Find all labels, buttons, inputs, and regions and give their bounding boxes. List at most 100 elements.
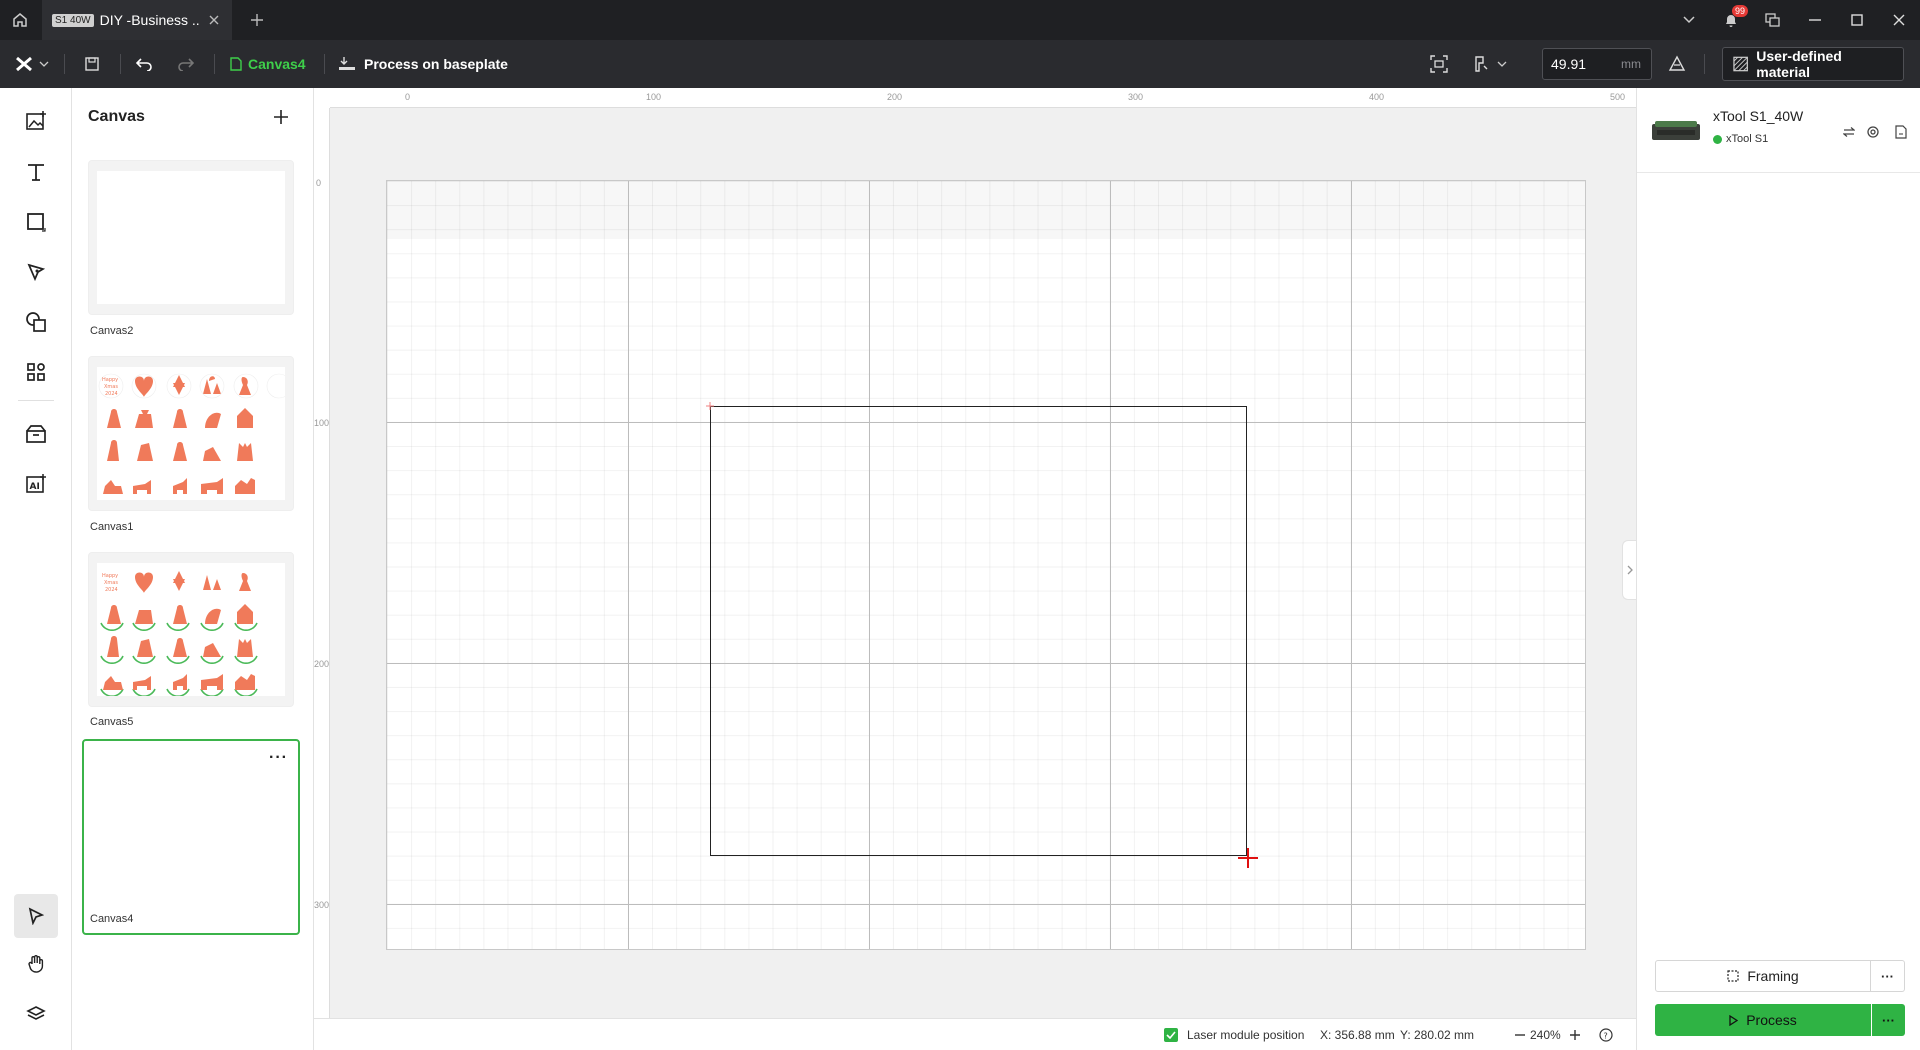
materials-box-button[interactable] — [14, 412, 58, 456]
ruler-tick: 100 — [646, 92, 662, 102]
device-file-button[interactable] — [1891, 122, 1911, 142]
measure-tool-button[interactable] — [1466, 40, 1514, 88]
title-bar: S1 40W DIY -Business ... 99 — [0, 0, 1920, 40]
ruler-tick: 300 — [1128, 92, 1144, 102]
canvas-indicator[interactable]: Canvas4 — [230, 40, 306, 88]
laser-machine-image — [1652, 121, 1700, 140]
project-tab[interactable]: S1 40W DIY -Business ... — [42, 0, 232, 40]
camera-capture-button[interactable] — [1424, 40, 1454, 88]
add-canvas-button[interactable] — [266, 102, 296, 132]
xtool-logo-icon — [16, 56, 32, 72]
app-menu-button[interactable] — [10, 40, 54, 88]
material-select-button[interactable]: User-defined material — [1722, 47, 1904, 81]
plus-icon — [274, 110, 288, 124]
maximize-button[interactable] — [1836, 0, 1878, 40]
zoom-in-button[interactable] — [1565, 1025, 1585, 1045]
tab-close-button[interactable] — [206, 12, 222, 28]
tab-machine-badge: S1 40W — [52, 13, 94, 27]
canvas-label: Canvas5 — [90, 716, 134, 728]
svg-text:Happy: Happy — [102, 573, 118, 579]
processing-area-rectangle[interactable] — [710, 406, 1247, 856]
zoom-level[interactable]: 240% — [1530, 1028, 1561, 1042]
plus-icon — [251, 14, 263, 26]
tabs-dropdown-button[interactable] — [1668, 0, 1710, 40]
device-settings-button[interactable] — [1863, 122, 1883, 142]
canvas-more-button[interactable]: ··· — [269, 749, 288, 767]
help-button[interactable]: ? — [1596, 1025, 1616, 1045]
ruler-tick: 500 — [1610, 92, 1626, 102]
elements-button[interactable] — [14, 350, 58, 394]
play-icon — [1729, 1014, 1739, 1026]
workspace-canvas[interactable]: 0 100 200 300 400 500 0 100 200 300 — [314, 88, 1636, 1018]
vertical-ruler: 0 100 200 300 — [314, 108, 330, 1018]
save-button[interactable] — [78, 40, 106, 88]
thickness-unit: mm — [1621, 57, 1641, 71]
ruler-tick: 400 — [1369, 92, 1385, 102]
save-icon — [85, 57, 99, 71]
shape-tool-button[interactable] — [14, 200, 58, 244]
laser-position-checkbox[interactable] — [1164, 1028, 1178, 1042]
zoom-out-button[interactable] — [1510, 1025, 1530, 1045]
canvas-thumbnail-canvas1[interactable]: Happy Xmas 2024 — [88, 356, 294, 511]
nativity-design-preview: Happy Xmas 2024 — [98, 373, 285, 494]
ruler-tick: 100 — [314, 418, 330, 428]
maximize-icon — [1851, 14, 1863, 26]
y-coordinate: Y: 280.02 mm — [1400, 1028, 1475, 1042]
shapes-icon — [26, 312, 46, 332]
status-bar: Laser module position X: 356.88 mm Y: 28… — [314, 1018, 1636, 1050]
svg-text:2024: 2024 — [105, 391, 118, 397]
material-thickness-field[interactable]: mm — [1542, 48, 1652, 80]
svg-text:Xmas: Xmas — [104, 580, 118, 586]
minimize-button[interactable] — [1794, 0, 1836, 40]
layers-icon — [26, 1006, 46, 1020]
expand-right-panel-button[interactable] — [1622, 540, 1636, 600]
thickness-input[interactable] — [1551, 56, 1621, 72]
chevron-down-icon — [1683, 16, 1695, 24]
chevron-down-icon — [1497, 61, 1507, 67]
select-tool-button[interactable] — [14, 894, 58, 938]
svg-text:AI: AI — [30, 482, 40, 492]
home-button[interactable] — [0, 0, 40, 40]
framing-more-button[interactable]: ··· — [1871, 960, 1905, 992]
minus-icon — [1515, 1034, 1525, 1036]
switch-device-button[interactable] — [1839, 122, 1859, 142]
process-button[interactable]: Process — [1655, 1004, 1871, 1036]
svg-text:Xmas: Xmas — [104, 384, 118, 390]
canvas-thumbnail-canvas5[interactable]: Happy Xmas 2024 — [88, 552, 294, 707]
minimize-icon — [1809, 19, 1821, 21]
process-more-button[interactable]: ··· — [1872, 1004, 1905, 1036]
undo-button[interactable] — [130, 40, 158, 88]
pen-tool-button[interactable] — [14, 250, 58, 294]
shapes-library-button[interactable] — [14, 300, 58, 344]
auto-measure-button[interactable] — [1664, 40, 1690, 88]
undo-icon — [136, 58, 152, 71]
framing-button[interactable]: Framing — [1655, 960, 1871, 992]
windows-button[interactable] — [1752, 0, 1794, 40]
document-icon — [230, 57, 242, 71]
notifications-button[interactable]: 99 — [1710, 0, 1752, 40]
process-mode-button[interactable]: Process on baseplate — [338, 40, 508, 88]
svg-text:2024: 2024 — [105, 587, 118, 593]
home-icon — [13, 13, 27, 27]
canvas-preview — [98, 765, 284, 889]
check-icon — [1166, 1031, 1176, 1039]
close-icon — [209, 15, 219, 25]
redo-button[interactable] — [172, 40, 200, 88]
ruler-tick: 0 — [405, 92, 411, 102]
add-image-button[interactable] — [14, 99, 58, 143]
tool-rail: AI — [0, 88, 72, 1050]
connected-indicator-icon — [1713, 134, 1722, 144]
pan-tool-button[interactable] — [14, 942, 58, 986]
redo-icon — [178, 58, 194, 71]
layers-button[interactable] — [14, 992, 58, 1036]
canvas-thumbnail-canvas2[interactable] — [88, 160, 294, 315]
panel-title: Canvas — [88, 108, 145, 125]
new-tab-button[interactable] — [240, 0, 274, 40]
text-tool-button[interactable] — [14, 150, 58, 194]
canvas-thumbnail-canvas4[interactable]: ··· — [82, 739, 300, 935]
work-baseplate[interactable] — [386, 180, 1586, 950]
current-canvas-name: Canvas4 — [248, 56, 306, 72]
close-window-button[interactable] — [1878, 0, 1920, 40]
ai-icon: AI — [26, 474, 46, 493]
ai-tool-button[interactable]: AI — [14, 462, 58, 506]
